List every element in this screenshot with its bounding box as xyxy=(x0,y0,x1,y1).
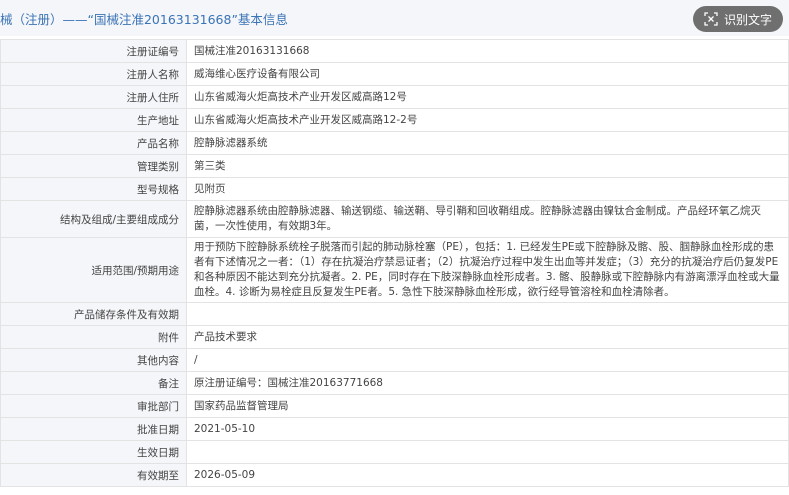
row-label: 适用范围/预期用途 xyxy=(0,237,187,303)
row-value: 腔静脉滤器系统 xyxy=(186,131,789,155)
row-label: 管理类别 xyxy=(0,154,187,178)
row-label: 型号规格 xyxy=(0,177,187,201)
ocr-button-label: 识别文字 xyxy=(723,12,772,27)
row-label: 备注 xyxy=(0,371,187,395)
table-row: 审批部门 国家药品监督管理局 xyxy=(0,394,789,418)
row-value: 山东省威海火炬高技术产业开发区威高路12-2号 xyxy=(186,108,789,132)
table-row: 生产地址 山东省威海火炬高技术产业开发区威高路12-2号 xyxy=(0,108,789,132)
row-label: 有效期至 xyxy=(0,463,187,487)
page-header: 械（注册）——“国械注准20163131668”基本信息 识别文字 xyxy=(0,0,789,36)
table-row: 结构及组成/主要组成成分 腔静脉滤器系统由腔静脉滤器、输送钢缆、输送鞘、导引鞘和… xyxy=(0,200,789,238)
table-row: 注册人住所 山东省威海火炬高技术产业开发区威高路12号 xyxy=(0,85,789,109)
table-row: 其他内容 / xyxy=(0,348,789,372)
row-label: 产品储存条件及有效期 xyxy=(0,302,187,326)
row-value: 产品技术要求 xyxy=(186,325,789,349)
row-label: 结构及组成/主要组成成分 xyxy=(0,200,187,238)
row-label: 注册人住所 xyxy=(0,85,187,109)
page-title: 械（注册）——“国械注准20163131668”基本信息 xyxy=(0,12,288,27)
table-row: 型号规格 见附页 xyxy=(0,177,789,201)
row-value: 腔静脉滤器系统由腔静脉滤器、输送钢缆、输送鞘、导引鞘和回收鞘组成。腔静脉滤器由镍… xyxy=(186,200,789,238)
row-value: 见附页 xyxy=(186,177,789,201)
ocr-button[interactable]: 识别文字 xyxy=(693,6,783,32)
table-row: 产品储存条件及有效期 xyxy=(0,302,789,326)
table-row: 附件 产品技术要求 xyxy=(0,325,789,349)
row-label: 审批部门 xyxy=(0,394,187,418)
table-row: 注册证编号 国械注准20163131668 xyxy=(0,39,789,63)
row-label: 附件 xyxy=(0,325,187,349)
row-value: 原注册证编号：国械注准20163771668 xyxy=(186,371,789,395)
table-row: 注册人名称 威海维心医疗设备有限公司 xyxy=(0,62,789,86)
row-value: 2026-05-09 xyxy=(186,463,789,487)
row-value: 国家药品监督管理局 xyxy=(186,394,789,418)
row-label: 其他内容 xyxy=(0,348,187,372)
row-label: 批准日期 xyxy=(0,417,187,441)
row-label: 产品名称 xyxy=(0,131,187,155)
row-label: 注册证编号 xyxy=(0,39,187,63)
row-value: 威海维心医疗设备有限公司 xyxy=(186,62,789,86)
table-row: 产品名称 腔静脉滤器系统 xyxy=(0,131,789,155)
row-label: 生效日期 xyxy=(0,440,187,464)
row-value: 国械注准20163131668 xyxy=(186,39,789,63)
row-value: 山东省威海火炬高技术产业开发区威高路12号 xyxy=(186,85,789,109)
table-row: 备注 原注册证编号：国械注准20163771668 xyxy=(0,371,789,395)
row-label: 注册人名称 xyxy=(0,62,187,86)
row-value xyxy=(186,440,789,464)
row-value: 2021-05-10 xyxy=(186,417,789,441)
registration-info-table: 注册证编号 国械注准20163131668 注册人名称 威海维心医疗设备有限公司… xyxy=(0,39,789,487)
row-value: 用于预防下腔静脉系统栓子脱落而引起的肺动脉栓塞（PE），包括：1. 已经发生PE… xyxy=(186,237,789,303)
row-value: 第三类 xyxy=(186,154,789,178)
row-value xyxy=(186,302,789,326)
table-row: 生效日期 xyxy=(0,440,789,464)
table-row: 管理类别 第三类 xyxy=(0,154,789,178)
table-row: 适用范围/预期用途 用于预防下腔静脉系统栓子脱落而引起的肺动脉栓塞（PE），包括… xyxy=(0,237,789,303)
table-row: 批准日期 2021-05-10 xyxy=(0,417,789,441)
row-value: / xyxy=(186,348,789,372)
row-label: 生产地址 xyxy=(0,108,187,132)
table-row: 有效期至 2026-05-09 xyxy=(0,463,789,487)
scan-text-icon xyxy=(704,12,718,26)
